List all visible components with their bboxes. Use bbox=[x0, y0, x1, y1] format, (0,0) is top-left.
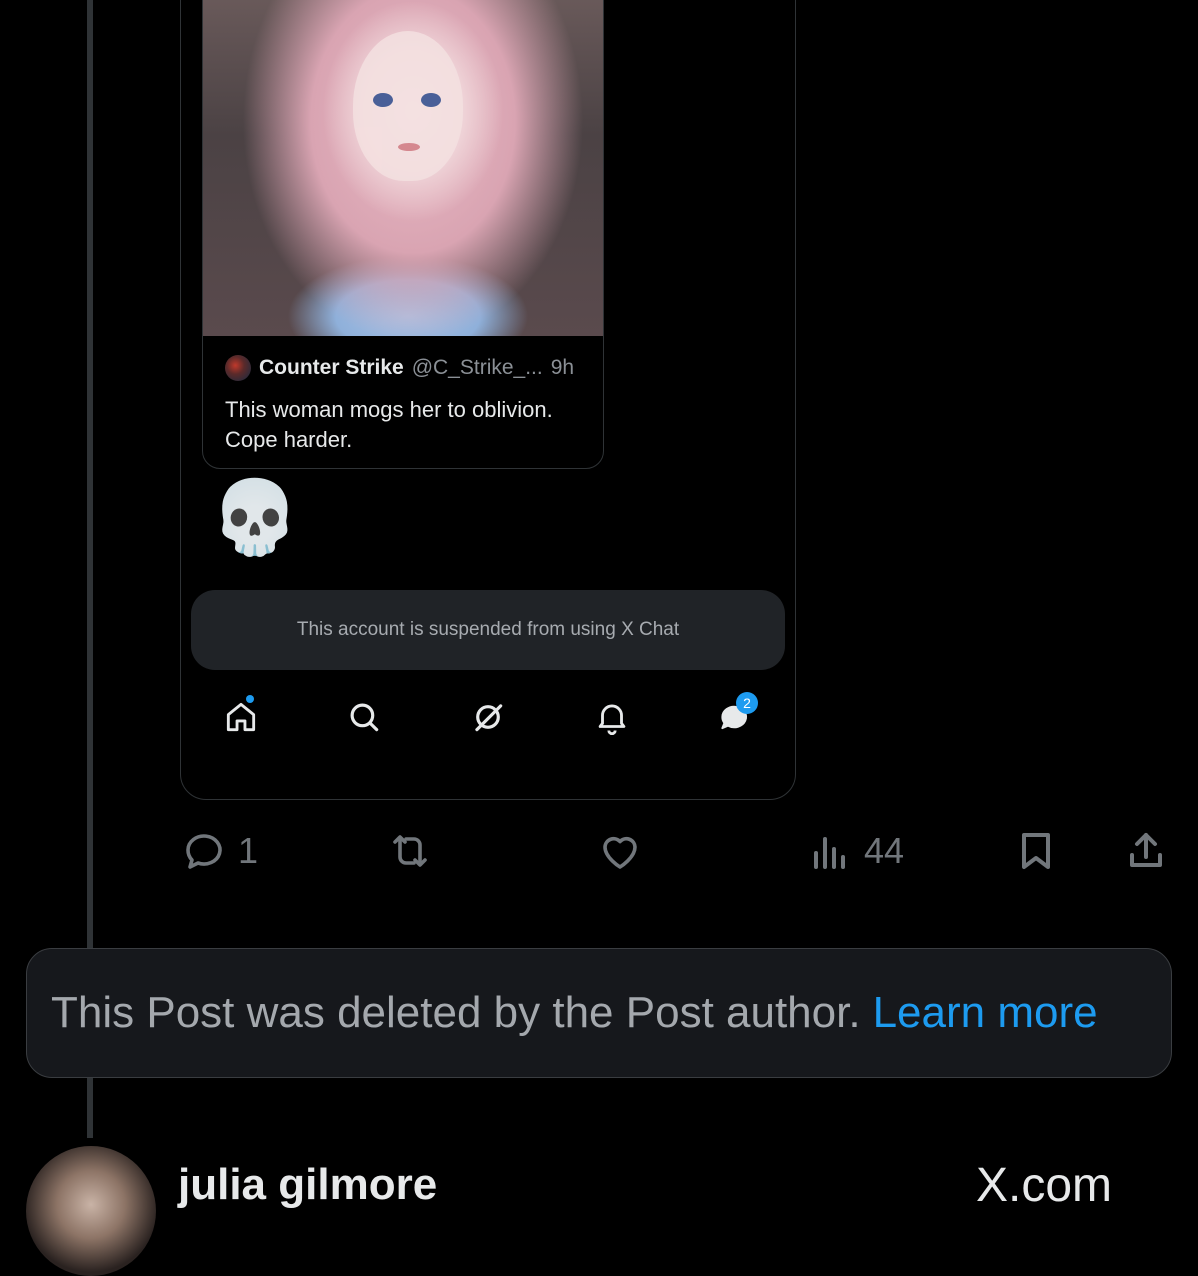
quoted-author-name[interactable]: Counter Strike bbox=[259, 356, 404, 380]
quoted-post-time: 9h bbox=[550, 356, 575, 379]
repost-icon bbox=[393, 835, 427, 867]
like-button[interactable] bbox=[596, 826, 644, 876]
search-icon[interactable] bbox=[345, 698, 383, 736]
views-button[interactable]: 44 bbox=[806, 826, 904, 876]
quoted-post-text: This woman mogs her to oblivion. Cope ha… bbox=[225, 397, 553, 452]
chat-suspended-text: This account is suspended from using X C… bbox=[296, 619, 680, 640]
author-name[interactable]: julia gilmore bbox=[178, 1160, 437, 1210]
home-unread-dot bbox=[246, 695, 254, 703]
home-icon[interactable] bbox=[222, 695, 260, 736]
bookmark-icon bbox=[1022, 833, 1050, 869]
thread-line bbox=[87, 0, 93, 948]
thread-line bbox=[87, 1078, 93, 1138]
quoted-post-image[interactable] bbox=[203, 0, 603, 336]
quoted-post-header: Counter Strike @C_Strike_... 9h bbox=[225, 355, 574, 381]
messages-badge: 2 bbox=[736, 692, 758, 714]
quoted-author-handle: @C_Strike_... bbox=[411, 356, 543, 379]
heart-icon bbox=[603, 836, 637, 869]
share-icon bbox=[1130, 833, 1162, 867]
views-count: 44 bbox=[864, 830, 905, 871]
quoted-author-avatar[interactable] bbox=[225, 355, 251, 381]
share-button[interactable] bbox=[1122, 826, 1170, 876]
grok-icon[interactable] bbox=[469, 698, 507, 736]
bookmark-button[interactable] bbox=[1012, 826, 1060, 876]
quoted-post-card[interactable]: Counter Strike @C_Strike_... 9h This wom… bbox=[202, 0, 604, 469]
deleted-notice-text: This Post was deleted by the Post author… bbox=[51, 988, 861, 1037]
reply-emoji: 💀 bbox=[210, 478, 300, 558]
messages-icon[interactable]: 2 bbox=[716, 692, 758, 736]
reply-count: 1 bbox=[238, 830, 259, 871]
deleted-post-notice: This Post was deleted by the Post author… bbox=[26, 948, 1172, 1078]
notifications-bell-icon[interactable] bbox=[593, 698, 631, 736]
reply-button[interactable]: 1 bbox=[180, 826, 258, 876]
chat-suspended-notice: This account is suspended from using X C… bbox=[191, 590, 785, 670]
analytics-icon bbox=[814, 837, 845, 869]
reply-icon bbox=[186, 834, 222, 869]
author-avatar[interactable] bbox=[26, 1146, 156, 1276]
portrait-face bbox=[353, 31, 463, 181]
learn-more-link[interactable]: Learn more bbox=[873, 988, 1098, 1038]
repost-button[interactable] bbox=[386, 826, 434, 876]
source-watermark: X.com bbox=[976, 1159, 1113, 1212]
